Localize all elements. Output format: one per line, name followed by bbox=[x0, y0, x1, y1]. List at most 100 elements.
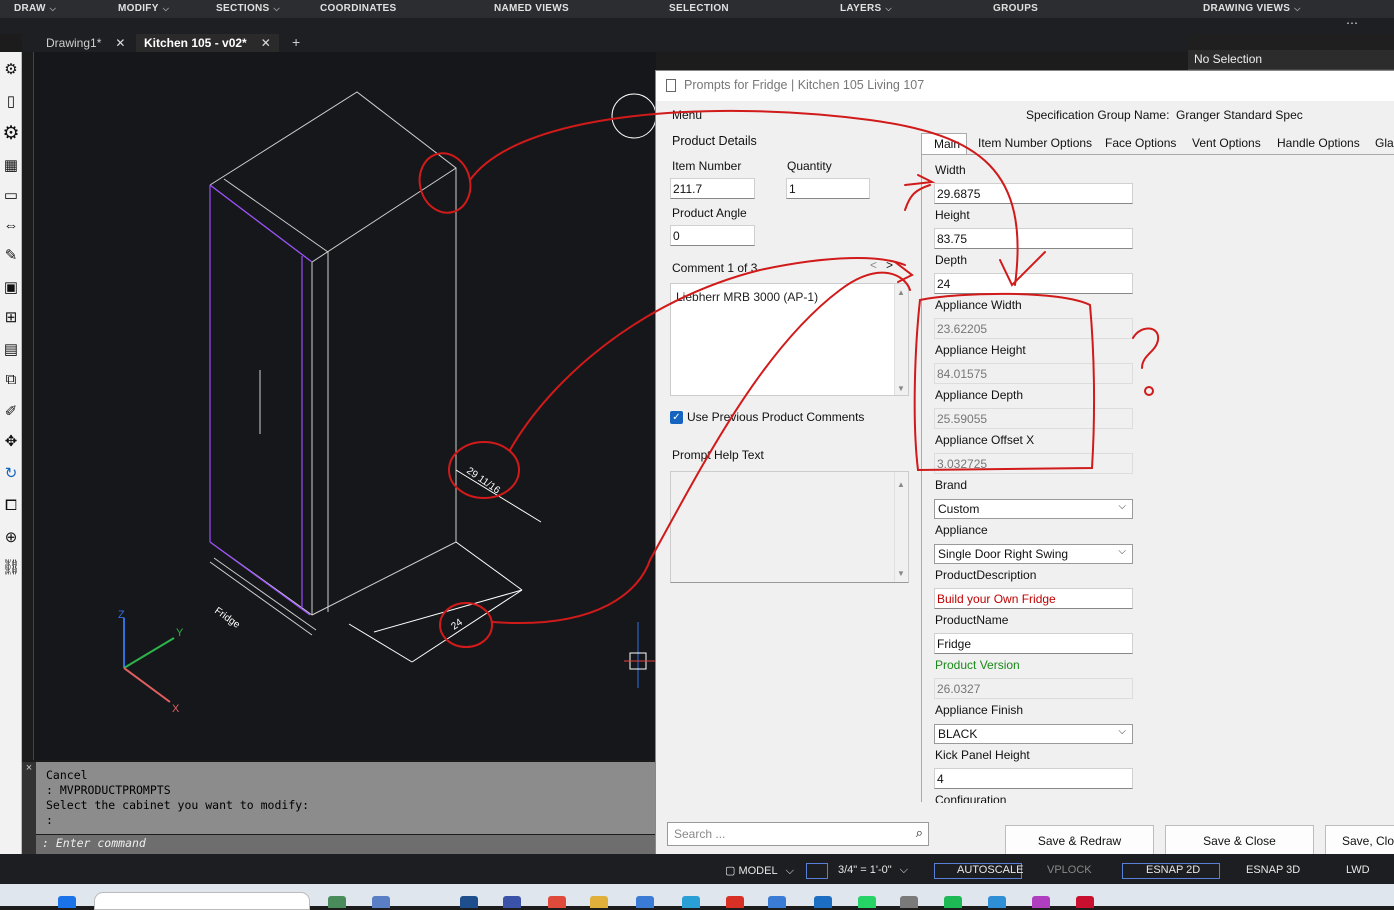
comment-scrollbar[interactable]: ▲ ▼ bbox=[894, 284, 908, 395]
fridge-model[interactable] bbox=[209, 91, 457, 636]
comment-textarea[interactable]: Liebherr MRB 3000 (AP-1) ▲ ▼ bbox=[670, 283, 909, 396]
rotate-icon[interactable]: ↻ bbox=[2, 464, 20, 482]
gear-small-icon[interactable]: ⚙ bbox=[2, 60, 20, 78]
tab-vent-options[interactable]: Vent Options bbox=[1192, 133, 1261, 153]
app-icon[interactable] bbox=[1076, 896, 1094, 908]
app-icon[interactable] bbox=[988, 896, 1006, 908]
tab-glass[interactable]: Gla bbox=[1375, 133, 1394, 153]
save-icon[interactable]: ▣ bbox=[2, 278, 20, 296]
grid-icon[interactable]: ⊞ bbox=[2, 308, 20, 326]
brand-select[interactable]: Custom ⌵ bbox=[934, 499, 1133, 519]
eraser-icon[interactable]: ✐ bbox=[2, 402, 20, 420]
app-icon[interactable] bbox=[1032, 896, 1050, 908]
axis-x-label: X bbox=[172, 703, 180, 715]
ribbon-coordinates[interactable]: COORDINATES bbox=[320, 3, 396, 14]
folder-icon[interactable] bbox=[590, 896, 608, 908]
tab-face-options[interactable]: Face Options bbox=[1105, 133, 1176, 153]
start-icon[interactable] bbox=[58, 896, 76, 908]
app-icon[interactable] bbox=[372, 896, 390, 908]
close-icon[interactable]: ✕ bbox=[115, 36, 125, 50]
dimension-icon[interactable]: ⇔ bbox=[2, 216, 20, 234]
product-angle-field[interactable]: 0 bbox=[670, 225, 755, 246]
app-icon[interactable] bbox=[460, 896, 478, 908]
browser-icon[interactable] bbox=[548, 896, 566, 908]
spec-group-value[interactable]: Granger Standard Spec bbox=[1176, 108, 1303, 122]
tab-handle-options[interactable]: Handle Options bbox=[1277, 133, 1360, 153]
model-toggle[interactable]: ▢ MODEL ⌵ bbox=[725, 864, 794, 878]
mail-icon[interactable] bbox=[726, 896, 744, 908]
app-icon[interactable] bbox=[636, 896, 654, 908]
layer-icon[interactable]: ▭ bbox=[2, 186, 20, 204]
zoom-icon[interactable] bbox=[806, 863, 828, 879]
tab-main[interactable]: Main bbox=[921, 133, 967, 155]
more-icon[interactable]: ⋯ bbox=[1346, 16, 1358, 30]
tab-drawing1[interactable]: Drawing1* ✕ bbox=[38, 34, 133, 52]
scale-dropdown[interactable]: 3/4" = 1'-0" ⌵ bbox=[838, 864, 908, 877]
tab-item-number-options[interactable]: Item Number Options bbox=[978, 133, 1092, 153]
save-close-button[interactable]: Save & Close bbox=[1165, 825, 1314, 857]
link-icon[interactable]: ⛓ bbox=[1, 558, 20, 576]
kick-panel-height-field[interactable]: 4 bbox=[934, 768, 1133, 789]
search-icon[interactable]: ⌕ bbox=[916, 825, 923, 841]
close-icon[interactable]: ✕ bbox=[261, 36, 271, 50]
vplock-toggle[interactable]: VPLOCK bbox=[1047, 864, 1092, 876]
settings-icon[interactable] bbox=[900, 896, 918, 908]
comment-next-button[interactable]: > bbox=[886, 258, 893, 272]
ribbon-layers[interactable]: LAYERS ⌵ bbox=[840, 3, 892, 14]
table-icon[interactable]: ▦ bbox=[2, 156, 20, 174]
document-icon[interactable]: ▯ bbox=[2, 92, 20, 110]
ribbon-selection[interactable]: SELECTION bbox=[669, 3, 729, 14]
app-icon[interactable] bbox=[328, 896, 346, 908]
appliance-width-label: Appliance Width bbox=[935, 298, 1022, 312]
music-icon[interactable] bbox=[944, 896, 962, 908]
menu-button[interactable]: Menu bbox=[672, 108, 702, 122]
esnap-3d-toggle[interactable]: ESNAP 3D bbox=[1246, 864, 1300, 876]
drawing-canvas[interactable]: 29 11/16 24 Fridge Z Y X bbox=[33, 52, 657, 760]
ribbon-modify[interactable]: MODIFY ⌵ bbox=[118, 3, 169, 14]
item-number-field[interactable]: 211.7 bbox=[670, 178, 755, 199]
width-field[interactable]: 29.6875 bbox=[934, 183, 1133, 204]
pencil-icon[interactable]: ✎ bbox=[2, 246, 20, 264]
ribbon-groups[interactable]: GROUPS bbox=[993, 3, 1038, 14]
appliance-select[interactable]: Single Door Right Swing ⌵ bbox=[934, 544, 1133, 564]
ribbon-named-views[interactable]: NAMED VIEWS bbox=[494, 3, 569, 14]
appliance-finish-select[interactable]: BLACK ⌵ bbox=[934, 724, 1133, 744]
search-input[interactable]: Search ... ⌕ bbox=[667, 822, 929, 846]
ribbon-draw[interactable]: DRAW ⌵ bbox=[14, 3, 56, 14]
settings-icon[interactable]: ⚙ bbox=[2, 123, 20, 144]
save-redraw-button[interactable]: Save & Redraw bbox=[1005, 825, 1154, 857]
copy-icon[interactable]: ⧠ bbox=[2, 496, 20, 514]
taskbar-search[interactable] bbox=[94, 892, 310, 910]
product-name-field[interactable]: Fridge bbox=[934, 633, 1133, 654]
lwd-toggle[interactable]: LWD bbox=[1346, 864, 1370, 876]
insert-icon[interactable]: ⊕ bbox=[2, 528, 20, 546]
add-tab-button[interactable]: + bbox=[284, 34, 308, 52]
chat-icon[interactable] bbox=[858, 896, 876, 908]
ucs-axis-icon: Z Y X bbox=[118, 609, 184, 715]
command-input[interactable]: : Enter command bbox=[36, 835, 656, 854]
depth-field[interactable]: 24 bbox=[934, 273, 1133, 294]
height-field[interactable]: 83.75 bbox=[934, 228, 1133, 249]
help-scrollbar[interactable]: ▲ ▼ bbox=[894, 472, 908, 582]
quantity-field[interactable]: 1 bbox=[786, 178, 870, 199]
app-icon[interactable] bbox=[814, 896, 832, 908]
calendar-icon[interactable] bbox=[768, 896, 786, 908]
ribbon-sections[interactable]: SECTIONS ⌵ bbox=[216, 3, 280, 14]
stack-icon[interactable]: ⧉ bbox=[2, 370, 20, 388]
use-previous-checkbox[interactable]: ✓ bbox=[670, 411, 683, 424]
tab-kitchen-105[interactable]: Kitchen 105 - v02* ✕ bbox=[136, 34, 279, 52]
spec-group-label: Specification Group Name: bbox=[1026, 108, 1170, 122]
save-close-alt-button[interactable]: Save, Clos bbox=[1325, 825, 1394, 857]
viewcube-partial[interactable] bbox=[611, 93, 657, 139]
app-icon[interactable] bbox=[503, 896, 521, 908]
selection-dropdown[interactable]: No Selection bbox=[1188, 50, 1394, 70]
product-description-field[interactable]: Build your Own Fridge bbox=[934, 588, 1133, 609]
appliance-depth-field: 25.59055 bbox=[934, 408, 1133, 429]
command-handle[interactable]: × bbox=[22, 762, 36, 854]
cabinet-icon[interactable]: ▤ bbox=[2, 340, 20, 358]
ribbon-drawing-views[interactable]: DRAWING VIEWS ⌵ bbox=[1203, 3, 1301, 14]
move-icon[interactable]: ✥ bbox=[2, 432, 20, 450]
document-tab-bar: Drawing1* ✕ Kitchen 105 - v02* ✕ + bbox=[22, 34, 1188, 52]
app-icon[interactable] bbox=[682, 896, 700, 908]
comment-prev-button[interactable]: < bbox=[870, 258, 877, 272]
